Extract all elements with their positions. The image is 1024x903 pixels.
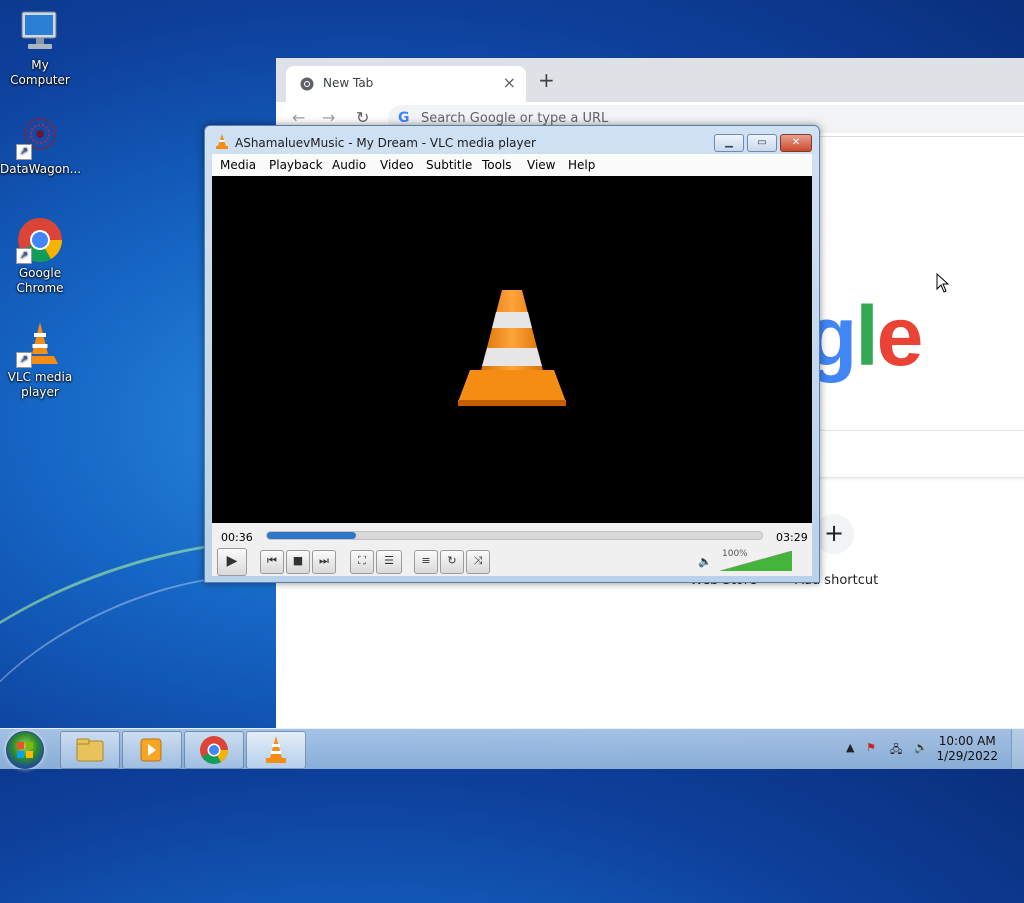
clock-time: 10:00 AM (938, 734, 996, 748)
desktop-icon-my-computer[interactable]: My Computer (0, 8, 80, 88)
video-area[interactable] (212, 176, 812, 523)
menu-subtitle[interactable]: Subtitle (426, 158, 472, 172)
taskbar-media-player[interactable] (122, 731, 182, 769)
media-player-icon (140, 738, 162, 762)
mouse-cursor-icon (936, 273, 950, 293)
computer-icon (16, 8, 64, 56)
add-shortcut-button[interactable]: + (814, 514, 854, 554)
chrome-icon (200, 736, 228, 764)
vlc-cone-icon (458, 290, 566, 406)
show-hidden-icons-icon[interactable]: ▲ (846, 741, 854, 754)
vlc-client-area: Media Playback Audio Video Subtitle Tool… (212, 154, 812, 576)
logo-letter: l (855, 289, 878, 383)
close-tab-icon[interactable]: × (503, 73, 516, 92)
volume-tray-icon[interactable]: 🔊 (914, 741, 928, 754)
menu-playback[interactable]: Playback (269, 158, 323, 172)
previous-button[interactable]: ⏮ (260, 550, 284, 574)
vlc-title-icon (216, 134, 228, 149)
menu-tools[interactable]: Tools (482, 158, 512, 172)
total-time: 03:29 (776, 531, 808, 544)
desktop-icon-datawagon[interactable]: ↗ DataWagon... (0, 112, 82, 177)
vlc-icon (266, 736, 286, 763)
shortcut-arrow-icon: ↗ (16, 248, 32, 264)
shortcut-arrow-icon: ↗ (16, 144, 32, 160)
taskbar-chrome[interactable] (184, 731, 244, 769)
seek-slider[interactable] (266, 531, 763, 540)
menu-help[interactable]: Help (568, 158, 595, 172)
google-logo: gle (806, 288, 924, 385)
close-button[interactable]: ✕ (780, 134, 812, 152)
loop-button[interactable]: ↻ (440, 550, 464, 574)
next-button[interactable]: ⏭ (312, 550, 336, 574)
omnibox-placeholder: Search Google or type a URL (421, 111, 609, 126)
chrome-icon: ↗ (16, 216, 64, 264)
desktop-icon-label: DataWagon... (0, 162, 82, 176)
clock[interactable]: 10:00 AM 1/29/2022 (936, 734, 998, 764)
desktop-icon-label: My Computer (10, 58, 70, 87)
extended-settings-button[interactable]: ☰ (376, 550, 402, 574)
shortcut-arrow-icon: ↗ (16, 352, 32, 368)
clock-date: 1/29/2022 (936, 749, 998, 763)
tab-new-tab[interactable]: New Tab × (286, 66, 526, 102)
volume-slider[interactable] (720, 551, 792, 571)
play-button[interactable]: ▶ (217, 548, 247, 576)
logo-letter: e (876, 289, 924, 383)
fullscreen-button[interactable]: ⛶ (350, 550, 374, 574)
action-center-flag-icon[interactable]: ⚑ (866, 741, 876, 754)
network-icon[interactable]: 🖧 (890, 741, 902, 760)
vlc-icon: ↗ (16, 320, 64, 368)
stop-button[interactable]: ■ (286, 550, 310, 574)
desktop-icon-label: Google Chrome (16, 266, 64, 295)
chrome-tab-icon (300, 77, 314, 94)
desktop-icon-label: VLC media player (7, 370, 73, 399)
show-desktop-button[interactable] (1011, 729, 1024, 769)
tab-title: New Tab (323, 76, 374, 90)
datawagon-icon: ↗ (16, 112, 64, 160)
vlc-window: AShamaluevMusic - My Dream - VLC media p… (204, 125, 820, 583)
desktop-icon-google-chrome[interactable]: ↗ Google Chrome (0, 216, 80, 296)
new-tab-button[interactable]: + (538, 68, 555, 92)
chrome-tab-strip: New Tab × + (276, 58, 1024, 102)
seek-progress (267, 532, 357, 539)
window-title: AShamaluevMusic - My Dream - VLC media p… (235, 136, 536, 150)
playlist-button[interactable]: ≡ (414, 550, 438, 574)
maximize-button[interactable]: ▭ (747, 134, 777, 152)
taskbar-vlc[interactable] (246, 731, 306, 769)
folder-icon (76, 738, 104, 762)
speaker-icon[interactable]: 🔈 (698, 555, 712, 568)
taskbar: ▲ ⚑ 🖧 🔊 10:00 AM 1/29/2022 (0, 728, 1024, 769)
start-button[interactable] (6, 731, 44, 769)
google-g-icon: G (398, 110, 410, 126)
windows-logo-icon (17, 742, 33, 758)
menu-audio[interactable]: Audio (332, 158, 366, 172)
menu-bar: Media Playback Audio Video Subtitle Tool… (212, 154, 812, 176)
desktop-icon-vlc[interactable]: ↗ VLC media player (0, 320, 80, 400)
control-bar: 00:36 03:29 ▶ ⏮ ■ ⏭ ⛶ ☰ ≡ ↻ ⤨ 🔈 100% (212, 523, 812, 576)
menu-view[interactable]: View (527, 158, 555, 172)
minimize-button[interactable]: ▁ (714, 134, 744, 152)
menu-video[interactable]: Video (380, 158, 414, 172)
shuffle-button[interactable]: ⤨ (466, 550, 490, 574)
menu-media[interactable]: Media (220, 158, 256, 172)
taskbar-explorer[interactable] (60, 731, 120, 769)
elapsed-time: 00:36 (221, 531, 253, 544)
